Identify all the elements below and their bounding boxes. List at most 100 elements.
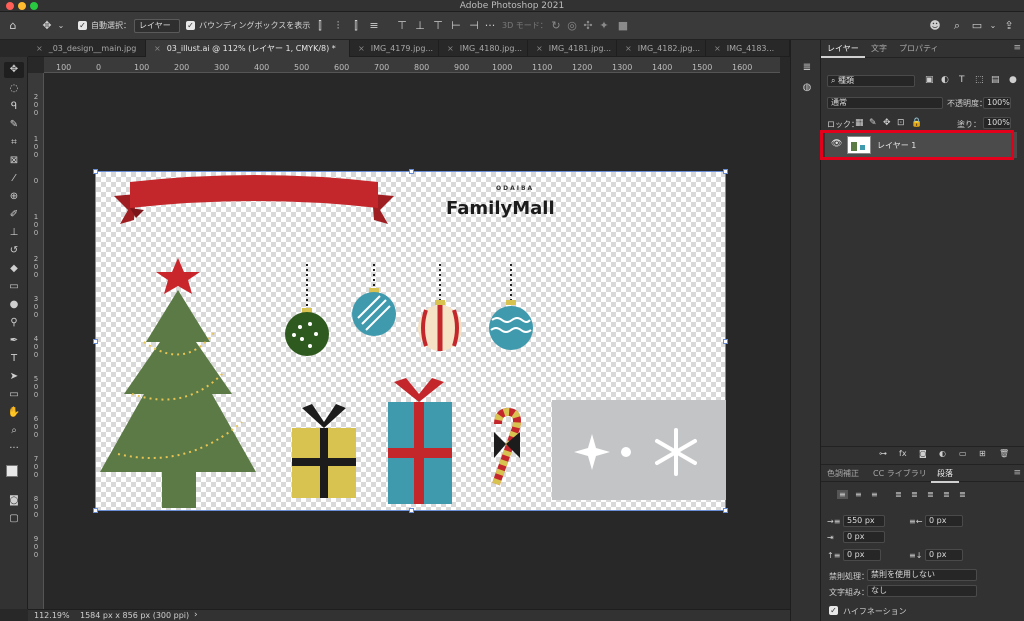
tab-img-4180[interactable]: × IMG_4180.jpg... [439, 40, 528, 57]
tab-layers[interactable]: レイヤー [821, 40, 865, 58]
foreground-color-swatch[interactable] [6, 465, 18, 477]
new-layer-icon[interactable]: ⊞ [979, 449, 986, 458]
align-hcenter-icon[interactable]: ⫶ [332, 12, 344, 40]
close-tab-icon[interactable]: × [36, 44, 43, 53]
filter-shape-icon[interactable]: ⬚ [975, 75, 984, 85]
3d-rotate-icon[interactable]: ↻ [550, 12, 562, 40]
tab-03-illust-ai[interactable]: × 03_illust.ai @ 112% (レイヤー 1, CMYK/8) * [146, 40, 350, 57]
align-right-icon[interactable]: ⫿ [350, 12, 362, 40]
tab-character[interactable]: 文字 [865, 40, 893, 58]
justify-all-icon[interactable]: ≣ [943, 490, 950, 499]
link-layers-icon[interactable]: ⊶ [879, 449, 887, 458]
add-mask-icon[interactable]: ◙ [919, 449, 927, 458]
panel-menu-icon[interactable]: ≡ [1013, 43, 1021, 53]
distribute-vcenter-icon[interactable]: ⊥ [414, 12, 426, 40]
tab-img-4181[interactable]: × IMG_4181.jpg... [528, 40, 617, 57]
3d-scale-icon[interactable]: ■ [616, 12, 630, 40]
healing-tool-icon[interactable]: ⊕ [4, 189, 24, 205]
fill-field[interactable]: 100% [983, 117, 1011, 129]
eraser-tool-icon[interactable]: ◆ [4, 261, 24, 277]
search-icon[interactable]: ⌕ [950, 12, 964, 40]
panel-menu-icon[interactable]: ≡ [1013, 468, 1021, 478]
distribute-hcenter-icon[interactable]: ⊣ [468, 12, 480, 40]
brush-tool-icon[interactable]: ✐ [4, 207, 24, 223]
lock-transparent-icon[interactable]: ▦ [855, 118, 864, 128]
filter-type-icon[interactable]: T [959, 75, 965, 85]
auto-select-dropdown[interactable]: レイヤー [134, 19, 180, 33]
3d-slide-icon[interactable]: ✦ [598, 12, 610, 40]
ornament-red-stripes[interactable] [418, 264, 462, 351]
close-tab-icon[interactable]: × [714, 44, 721, 53]
filter-adjust-icon[interactable]: ◐ [941, 75, 949, 85]
ornament-teal-waves[interactable] [489, 264, 533, 350]
distribute-left-icon[interactable]: ⊢ [450, 12, 462, 40]
align-right-icon[interactable]: ≡ [871, 490, 878, 499]
crop-tool-icon[interactable]: ⌗ [4, 135, 24, 151]
close-tab-icon[interactable]: × [358, 44, 365, 53]
move-tool-icon[interactable]: ✥ [4, 62, 24, 78]
lock-image-icon[interactable]: ✎ [869, 118, 877, 128]
dot-shape[interactable] [621, 447, 631, 457]
quick-select-tool-icon[interactable]: ✎ [4, 117, 24, 133]
indent-first-field[interactable]: 0 px [843, 531, 885, 543]
justify-center-icon[interactable]: ≣ [911, 490, 918, 499]
dodge-tool-icon[interactable]: ⚲ [4, 315, 24, 331]
3d-roll-icon[interactable]: ◎ [566, 12, 578, 40]
tab-paragraph[interactable]: 段落 [931, 465, 959, 483]
space-after-field[interactable]: 0 px [925, 549, 963, 561]
hyphenate-checkbox[interactable]: ✓ [829, 606, 838, 615]
fx-icon[interactable]: fx [899, 449, 907, 458]
candy-cane[interactable] [492, 407, 521, 486]
new-adjustment-icon[interactable]: ◐ [939, 449, 946, 458]
frame-tool-icon[interactable]: ⊠ [4, 153, 24, 169]
indent-left-field[interactable]: 550 px [843, 515, 885, 527]
eyedropper-tool-icon[interactable]: ⁄ [4, 171, 24, 187]
zoom-level[interactable]: 112.19% [34, 611, 70, 620]
type-tool-icon[interactable]: T [4, 351, 24, 367]
document-canvas[interactable]: ODAIBA FamilyMall [93, 169, 728, 513]
filter-toggle-icon[interactable]: ● [1009, 75, 1017, 85]
workspace-chevron-icon[interactable]: ⌄ [988, 12, 998, 40]
lock-artboard-icon[interactable]: ⊡ [897, 118, 905, 128]
tab-img-4179[interactable]: × IMG_4179.jpg... [350, 40, 439, 57]
delete-layer-icon[interactable]: 🗑 [999, 449, 1009, 458]
tab-adjustments[interactable]: 色調補正 [821, 465, 865, 483]
justify-left-icon[interactable]: ≣ [895, 490, 902, 499]
share-icon[interactable]: ⇪ [1002, 12, 1016, 40]
hand-tool-icon[interactable]: ✋ [4, 405, 24, 421]
ribbon-banner[interactable] [114, 175, 394, 224]
workspace-icon[interactable]: ▭ [970, 12, 984, 40]
lock-all-icon[interactable]: 🔒 [911, 118, 922, 128]
transform-handle[interactable] [723, 169, 728, 174]
transform-handle[interactable] [93, 339, 98, 344]
tab-img-4182[interactable]: × IMG_4182.jpg... [617, 40, 706, 57]
distribute-top-icon[interactable]: ⊤ [396, 12, 408, 40]
gift-yellow[interactable] [292, 404, 356, 498]
transform-handle[interactable] [723, 508, 728, 513]
close-tab-icon[interactable]: × [536, 44, 543, 53]
more-tools-icon[interactable]: ··· [4, 441, 24, 457]
properties-panel-icon[interactable]: ≣ [797, 60, 817, 76]
close-tab-icon[interactable]: × [625, 44, 632, 53]
path-select-tool-icon[interactable]: ➤ [4, 369, 24, 385]
auto-select-checkbox[interactable]: ✓ [78, 21, 87, 30]
ornament-teal-stripes[interactable] [352, 264, 396, 336]
blend-mode-dropdown[interactable]: 通常 [827, 97, 943, 109]
chevron-down-icon[interactable]: ⌄ [56, 12, 66, 40]
align-left-icon[interactable]: ≡ [837, 490, 848, 499]
close-tab-icon[interactable]: × [447, 44, 454, 53]
tab-properties[interactable]: プロパティ [893, 40, 945, 58]
distribute-bottom-icon[interactable]: ⊤ [432, 12, 444, 40]
tab-cc-libraries[interactable]: CC ライブラリ [867, 465, 933, 483]
pen-tool-icon[interactable]: ✒ [4, 333, 24, 349]
opacity-field[interactable]: 100% [983, 97, 1011, 109]
align-left-icon[interactable]: ⫿ [314, 12, 326, 40]
home-icon[interactable]: ⌂ [6, 12, 20, 40]
filter-smart-icon[interactable]: ▤ [991, 75, 1000, 85]
lock-position-icon[interactable]: ✥ [883, 118, 891, 128]
justify-right-icon[interactable]: ≣ [927, 490, 934, 499]
marquee-tool-icon[interactable]: ◌ [4, 81, 24, 97]
kinsoku-dropdown[interactable]: 禁則を使用しない [867, 569, 977, 581]
close-tab-icon[interactable]: × [154, 44, 161, 53]
layer-filter-dropdown[interactable]: ⌕ 種類 [827, 75, 915, 87]
